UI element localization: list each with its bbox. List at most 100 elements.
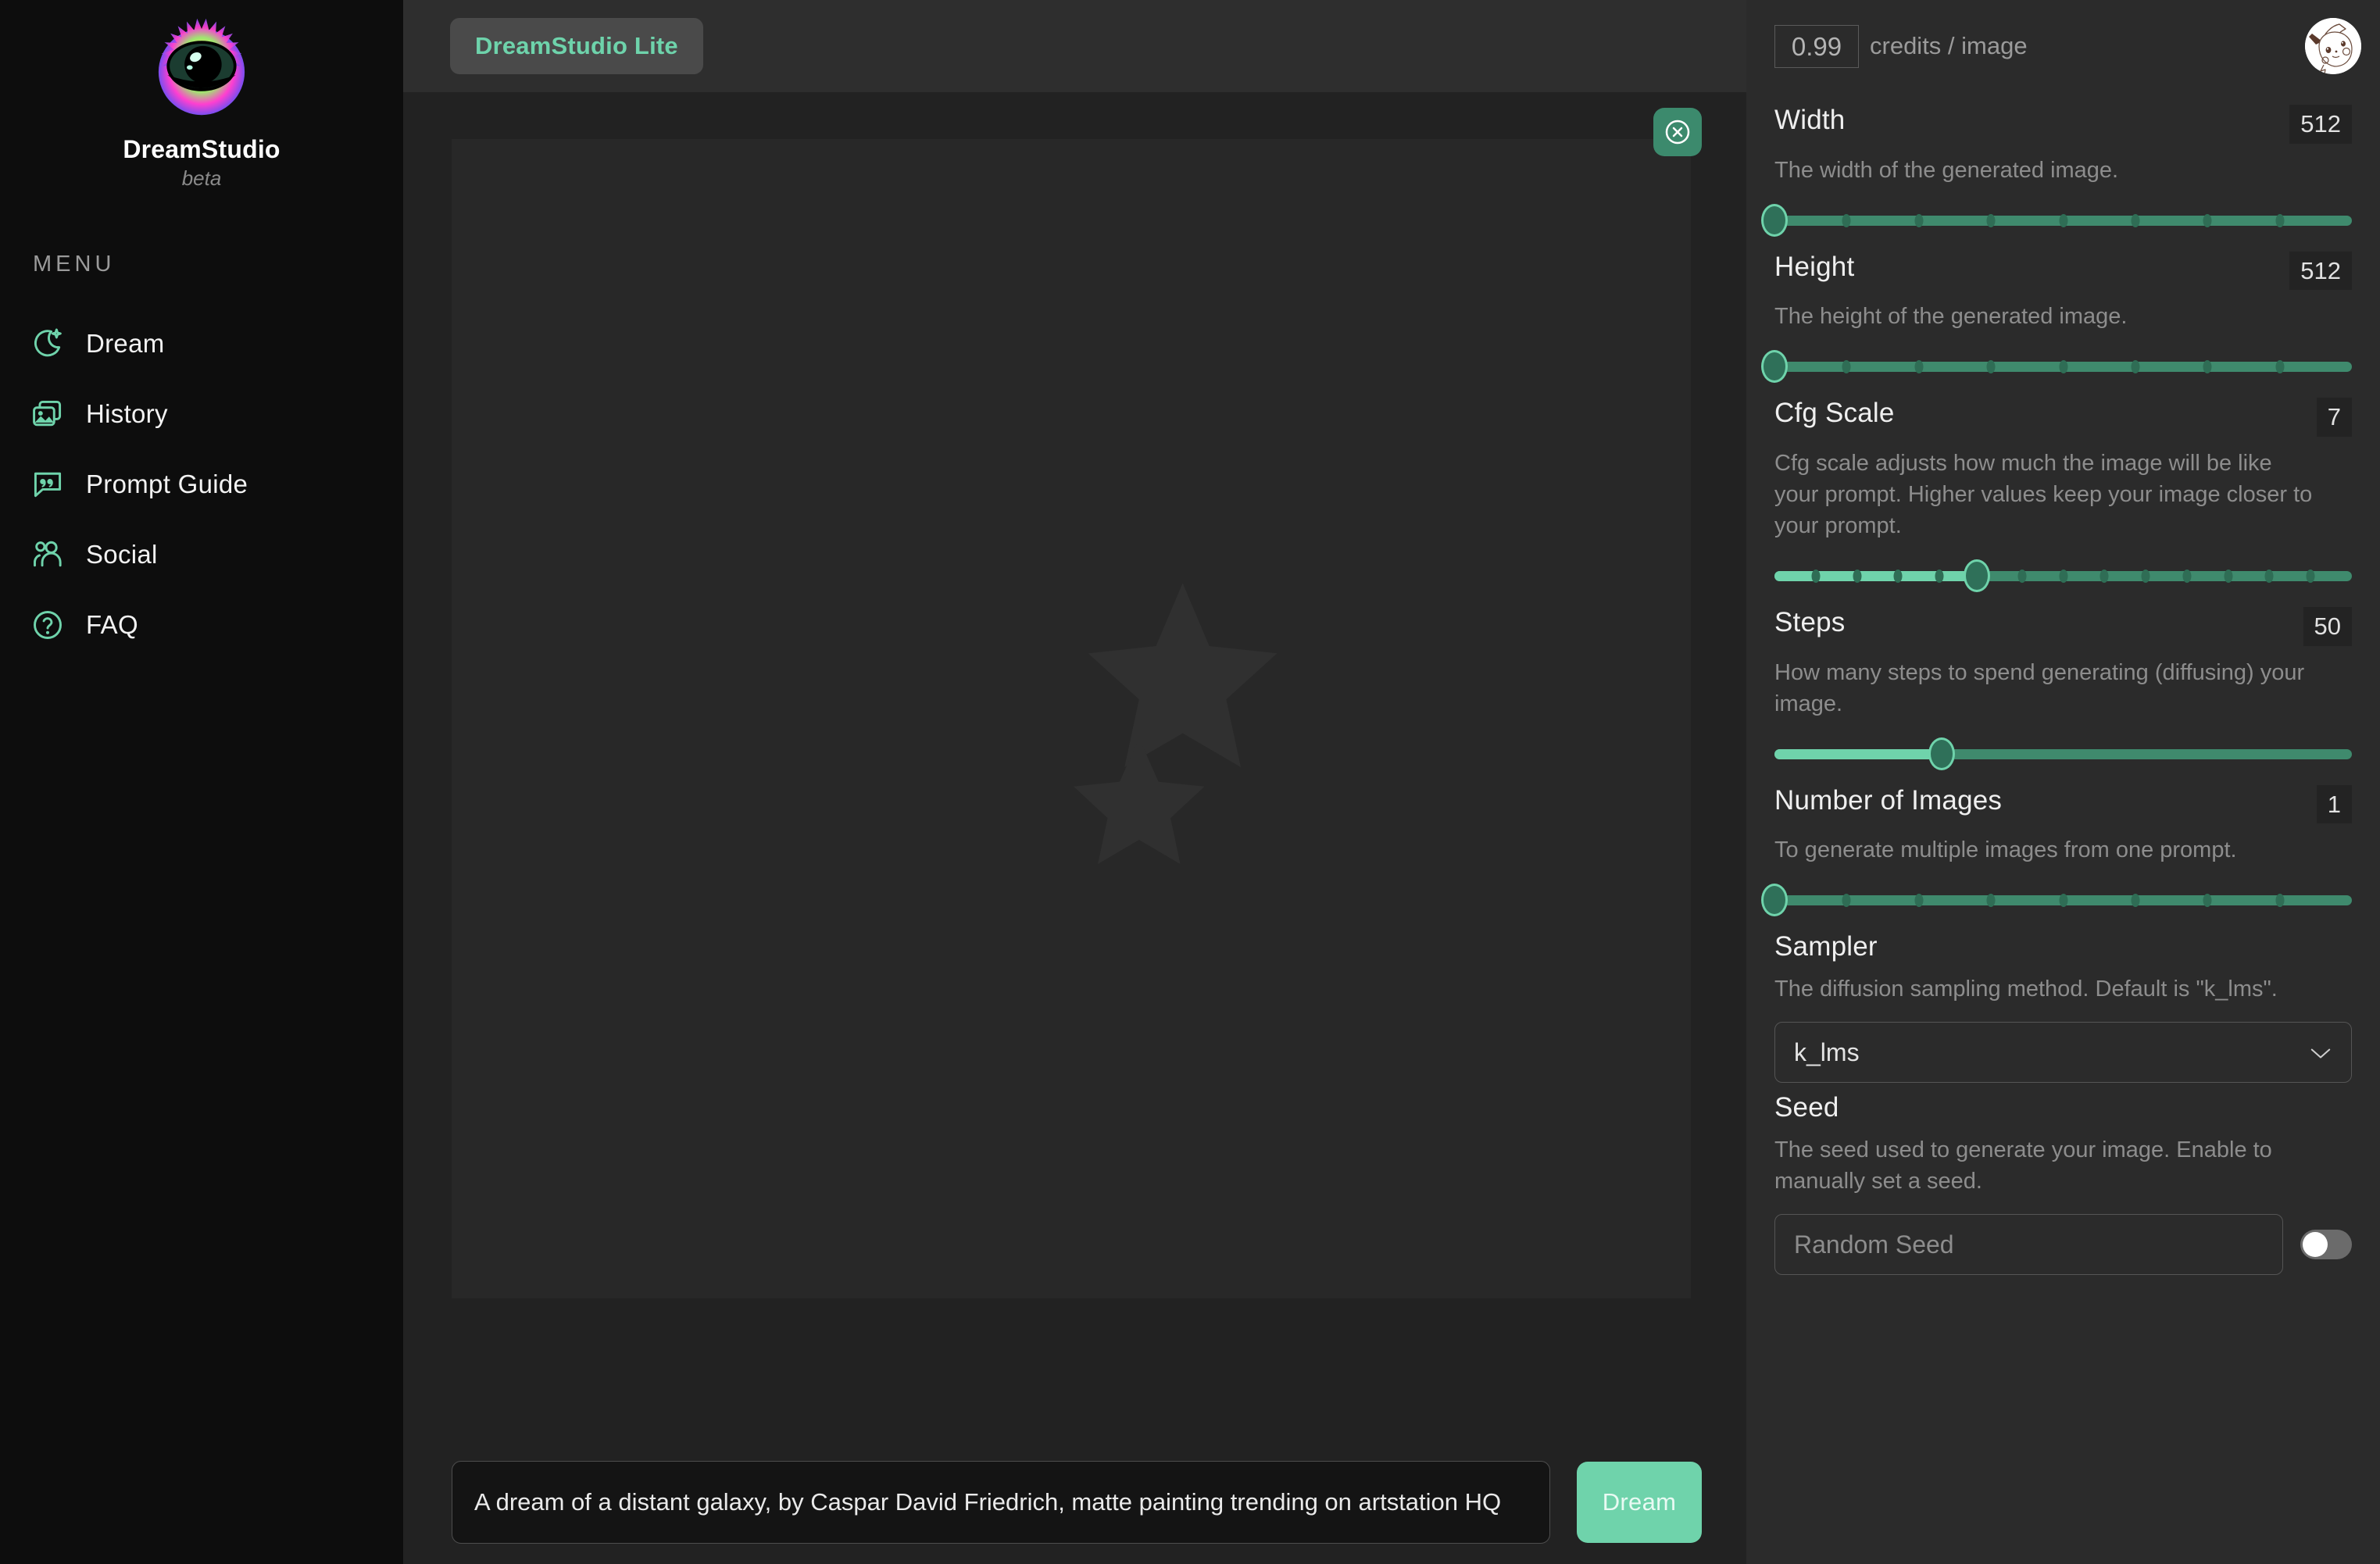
sidebar-item-social[interactable]: Social [0, 520, 403, 590]
setting-value: 50 [2303, 607, 2352, 646]
slider-tick [1842, 360, 1851, 374]
slider-tick [2224, 570, 2233, 583]
slider-tick [2059, 360, 2067, 374]
sidebar-item-label: FAQ [86, 610, 138, 640]
tab-dreamstudio-lite[interactable]: DreamStudio Lite [450, 18, 703, 74]
slider-tick [2203, 894, 2212, 908]
number-of-images-slider[interactable] [1761, 878, 2352, 922]
setting-description: The width of the generated image. [1774, 157, 2119, 183]
main-column: DreamStudio Lite A dream of a distant ga… [346, 0, 1746, 1564]
setting-header: Sampler [1774, 931, 2352, 962]
slider-tick [1986, 894, 1996, 908]
setting-number-of-images: Number of Images 1 To generate multiple … [1761, 784, 2352, 923]
slider-ticks [1774, 570, 2352, 583]
steps-slider[interactable] [1774, 732, 2352, 776]
slider-tick [1935, 570, 1944, 583]
sidebar-item-history[interactable]: History [0, 379, 403, 449]
slider-tick [2131, 213, 2140, 227]
seed-input[interactable] [1774, 1214, 2283, 1276]
setting-header: Number of Images 1 [1774, 784, 2352, 824]
slider-tick [2203, 360, 2212, 374]
credits-label: credits / image [1870, 32, 2028, 59]
slider-tick [2203, 213, 2212, 227]
sidebar-item-dream[interactable]: Dream [0, 309, 403, 379]
sidebar-item-label: Social [86, 540, 158, 570]
chevron-down-icon [2309, 1038, 2332, 1067]
slider-tick [2059, 894, 2067, 908]
setting-description: The height of the generated image. [1774, 304, 2128, 330]
setting-header: Width 512 [1774, 105, 2352, 144]
sidebar-menu: Dream History Prompt Guide Social FAQ [0, 309, 403, 660]
toggle-knob [2303, 1232, 2328, 1258]
sidebar-item-faq[interactable]: FAQ [0, 590, 403, 660]
brand-name: DreamStudio [123, 135, 281, 163]
slider-tick [2131, 360, 2140, 374]
slider-thumb[interactable] [1761, 203, 1788, 237]
setting-description: The seed used to generate your image. En… [1774, 1137, 2272, 1194]
slider-thumb[interactable] [1761, 884, 1788, 917]
setting-description: Cfg scale adjusts how much the image wil… [1774, 450, 2313, 538]
slider-tick [2059, 570, 2067, 583]
slider-thumb[interactable] [1963, 559, 1990, 592]
slider-tick [1842, 213, 1851, 227]
slider-tick [2099, 570, 2109, 583]
setting-title: Sampler [1774, 931, 1878, 962]
cfg-scale-slider[interactable] [1774, 554, 2352, 598]
slider-tick [1842, 894, 1851, 908]
slider-thumb[interactable] [1928, 737, 1956, 770]
setting-value: 512 [2289, 251, 2352, 291]
setting-title: Number of Images [1774, 784, 2003, 816]
credits-bar: 0.99 credits / image [1774, 0, 2361, 92]
slider-tick [1893, 570, 1903, 583]
prompt-row: Dream [452, 1461, 1702, 1544]
setting-description: To generate multiple images from one pro… [1774, 837, 2237, 863]
slider-tick [1811, 570, 1821, 583]
setting-title: Width [1774, 105, 1846, 135]
setting-header: Steps 50 [1774, 607, 2352, 646]
canvas-area: Dream [403, 92, 1746, 1564]
brand-beta-label: beta [181, 166, 222, 191]
sidebar-brand: DreamStudio beta [0, 0, 403, 194]
slider-thumb[interactable] [1761, 350, 1788, 384]
menu-heading: MENU [33, 252, 116, 277]
setting-title: Height [1774, 251, 1855, 282]
people-icon [30, 537, 66, 573]
sidebar: DreamStudio beta MENU Dream History Prom… [0, 0, 403, 1564]
height-slider[interactable] [1761, 345, 2352, 388]
moon-sparkle-icon [30, 326, 66, 362]
slider-tick [2141, 570, 2150, 583]
slider-ticks [1774, 360, 2352, 374]
setting-value: 7 [2316, 398, 2352, 437]
width-slider[interactable] [1761, 198, 2352, 242]
setting-header: Seed [1774, 1092, 2352, 1123]
sidebar-item-prompt-guide[interactable]: Prompt Guide [0, 449, 403, 520]
crescent-moon-stars-icon [829, 477, 1313, 961]
avatar[interactable] [2305, 18, 2361, 74]
slider-tick [2275, 360, 2285, 374]
images-stack-icon [30, 396, 66, 432]
sidebar-item-label: Dream [86, 329, 165, 359]
slider-tick [1914, 360, 1924, 374]
dream-button[interactable]: Dream [1577, 1462, 1702, 1543]
quote-bubble-icon [30, 466, 66, 502]
setting-title: Seed [1774, 1092, 1839, 1123]
slider-tick [2059, 213, 2067, 227]
slider-ticks [1774, 749, 2352, 759]
slider-tick [2131, 894, 2140, 908]
setting-header: Cfg Scale 7 [1774, 398, 2352, 437]
image-preview-frame[interactable] [452, 139, 1691, 1298]
slider-ticks [1774, 894, 2352, 908]
close-circle-icon[interactable] [1653, 108, 1702, 156]
setting-cfg-scale: Cfg Scale 7 Cfg scale adjusts how much t… [1774, 398, 2352, 598]
sidebar-item-label: History [86, 399, 168, 429]
seed-toggle[interactable] [2300, 1230, 2352, 1260]
setting-value: 512 [2289, 105, 2352, 144]
sidebar-item-label: Prompt Guide [86, 470, 248, 499]
slider-tick [2275, 894, 2285, 908]
slider-tick [1986, 360, 1996, 374]
sampler-select[interactable]: k_lms [1774, 1022, 2352, 1084]
settings-list: Width 512 The width of the generated ima… [1761, 92, 2352, 1276]
prompt-input[interactable] [452, 1461, 1550, 1544]
setting-header: Height 512 [1774, 251, 2352, 291]
settings-panel: 0.99 credits / image Width 512 The width… [1746, 0, 2380, 1564]
